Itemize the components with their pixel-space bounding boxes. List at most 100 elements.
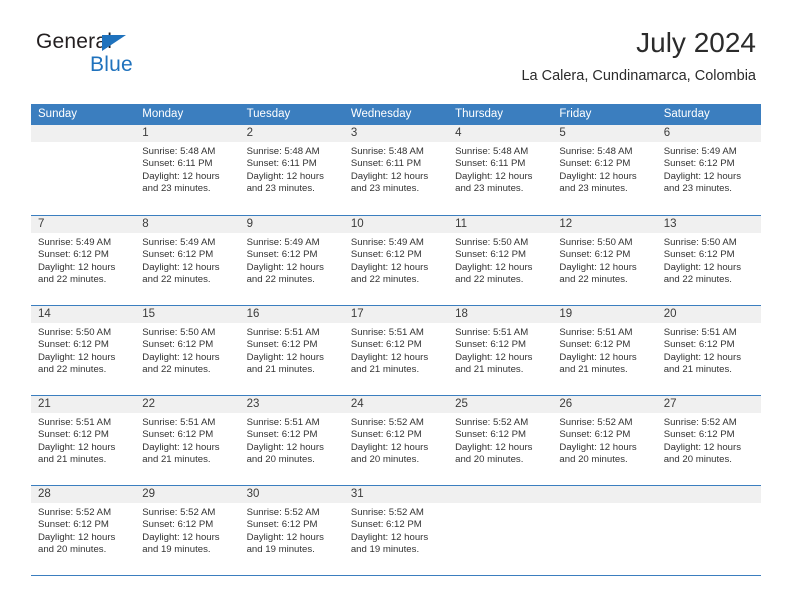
day-info-daylight1: Daylight: 12 hours: [142, 261, 220, 273]
day-info: Sunrise: 5:52 AM Sunset: 6:12 PM Daylight:…: [657, 413, 761, 466]
day-cell-empty: [552, 486, 657, 575]
day-cell[interactable]: 23 Sunrise: 5:51 AM Sunset: 6:12 PM Dayligh…: [239, 396, 344, 485]
day-cell[interactable]: 16 Sunrise: 5:51 AM Sunset: 6:12 PM Dayligh…: [239, 306, 344, 395]
day-info: Sunrise: 5:51 AM Sunset: 6:12 PM Daylight:…: [344, 323, 448, 376]
day-info: Sunrise: 5:49 AM Sunset: 6:12 PM Daylight:…: [657, 142, 761, 195]
day-cell[interactable]: 28 Sunrise: 5:52 AM Sunset: 6:12 PM Dayligh…: [31, 486, 136, 575]
day-number: 29: [135, 486, 240, 503]
day-cell[interactable]: 20 Sunrise: 5:51 AM Sunset: 6:12 PM Dayligh…: [656, 306, 761, 395]
day-info-daylight2: and 21 minutes.: [663, 363, 732, 375]
calendar-page: General Blue July 2024 La Calera, Cundin…: [0, 0, 792, 612]
day-number: 16: [239, 306, 344, 323]
calendar-week-row: 14 Sunrise: 5:50 AM Sunset: 6:12 PM Dayligh…: [31, 305, 761, 395]
day-number: 11: [448, 216, 553, 233]
day-info-sunrise: Sunrise: 5:48 AM: [559, 146, 633, 157]
day-info: Sunrise: 5:49 AM Sunset: 6:12 PM Daylight:…: [240, 233, 344, 286]
day-info-sunset: Sunset: 6:11 PM: [142, 158, 213, 170]
day-info-sunset: Sunset: 6:12 PM: [350, 429, 422, 441]
day-number: 31: [343, 486, 449, 503]
day-cell[interactable]: 11 Sunrise: 5:50 AM Sunset: 6:12 PM Dayligh…: [448, 216, 553, 305]
triangle-icon: [102, 35, 126, 51]
day-info-daylight1: Daylight: 12 hours: [246, 170, 324, 182]
day-info-sunrise: Sunrise: 5:52 AM: [559, 417, 633, 428]
day-cell[interactable]: 26 Sunrise: 5:52 AM Sunset: 6:12 PM Dayligh…: [552, 396, 657, 485]
day-cell[interactable]: 18 Sunrise: 5:51 AM Sunset: 6:12 PM Dayligh…: [448, 306, 553, 395]
day-info: Sunrise: 5:49 AM Sunset: 6:12 PM Daylight:…: [31, 233, 135, 286]
day-info-daylight1: Daylight: 12 hours: [350, 441, 429, 453]
day-info-daylight1: Daylight: 12 hours: [350, 261, 429, 273]
day-info-daylight2: and 22 minutes.: [455, 273, 524, 285]
day-info-sunset: Sunset: 6:12 PM: [38, 249, 109, 261]
day-info: Sunrise: 5:50 AM Sunset: 6:12 PM Daylight:…: [552, 233, 656, 286]
day-cell[interactable]: 4 Sunrise: 5:48 AM Sunset: 6:11 PM Daylight…: [448, 125, 553, 215]
day-info-daylight1: Daylight: 12 hours: [663, 170, 742, 182]
day-cell[interactable]: 2 Sunrise: 5:48 AM Sunset: 6:11 PM Daylight…: [239, 125, 344, 215]
day-number: [552, 486, 657, 503]
day-cell[interactable]: 12 Sunrise: 5:50 AM Sunset: 6:12 PM Dayligh…: [552, 216, 657, 305]
day-cell[interactable]: 17 Sunrise: 5:51 AM Sunset: 6:12 PM Dayligh…: [343, 306, 449, 395]
day-info-sunset: Sunset: 6:12 PM: [350, 249, 422, 261]
day-info-sunrise: Sunrise: 5:51 AM: [38, 417, 112, 428]
day-info-sunset: Sunset: 6:12 PM: [559, 339, 631, 351]
day-info-sunrise: Sunrise: 5:49 AM: [142, 237, 216, 248]
day-info-sunset: Sunset: 6:12 PM: [559, 158, 631, 170]
day-info: Sunrise: 5:48 AM Sunset: 6:11 PM Daylight:…: [135, 142, 239, 195]
day-cell[interactable]: 15 Sunrise: 5:50 AM Sunset: 6:12 PM Dayligh…: [135, 306, 240, 395]
day-info-daylight1: Daylight: 12 hours: [246, 261, 324, 273]
day-cell[interactable]: 25 Sunrise: 5:52 AM Sunset: 6:12 PM Dayligh…: [448, 396, 553, 485]
day-info-sunset: Sunset: 6:12 PM: [142, 249, 214, 261]
day-info: Sunrise: 5:51 AM Sunset: 6:12 PM Daylight:…: [240, 413, 344, 466]
day-number: 27: [656, 396, 761, 413]
day-info-daylight2: and 22 minutes.: [142, 273, 211, 285]
day-cell[interactable]: 7 Sunrise: 5:49 AM Sunset: 6:12 PM Daylight…: [31, 216, 136, 305]
day-info-sunrise: Sunrise: 5:48 AM: [246, 146, 320, 157]
day-cell[interactable]: 10 Sunrise: 5:49 AM Sunset: 6:12 PM Dayligh…: [343, 216, 449, 305]
day-cell[interactable]: 13 Sunrise: 5:50 AM Sunset: 6:12 PM Dayligh…: [656, 216, 761, 305]
day-info-sunset: Sunset: 6:12 PM: [246, 339, 318, 351]
day-info-daylight1: Daylight: 12 hours: [559, 261, 637, 273]
day-number: 13: [656, 216, 761, 233]
day-info: Sunrise: 5:51 AM Sunset: 6:12 PM Daylight:…: [240, 323, 344, 376]
day-cell[interactable]: 8 Sunrise: 5:49 AM Sunset: 6:12 PM Daylight…: [135, 216, 240, 305]
day-number: 4: [448, 125, 553, 142]
day-info-sunrise: Sunrise: 5:52 AM: [38, 507, 112, 518]
day-info-daylight2: and 23 minutes.: [350, 182, 420, 194]
day-info-daylight2: and 23 minutes.: [559, 182, 628, 194]
day-cell[interactable]: 21 Sunrise: 5:51 AM Sunset: 6:12 PM Dayligh…: [31, 396, 136, 485]
day-number: 19: [552, 306, 657, 323]
day-info-daylight1: Daylight: 12 hours: [455, 441, 533, 453]
day-info-sunrise: Sunrise: 5:51 AM: [663, 327, 737, 338]
day-info-daylight2: and 23 minutes.: [663, 182, 732, 194]
day-info: Sunrise: 5:51 AM Sunset: 6:12 PM Daylight:…: [657, 323, 761, 376]
day-cell[interactable]: 31 Sunrise: 5:52 AM Sunset: 6:12 PM Dayligh…: [343, 486, 449, 575]
day-info-daylight1: Daylight: 12 hours: [455, 351, 533, 363]
day-cell[interactable]: 6 Sunrise: 5:49 AM Sunset: 6:12 PM Daylight…: [656, 125, 761, 215]
day-cell[interactable]: 3 Sunrise: 5:48 AM Sunset: 6:11 PM Daylight…: [343, 125, 449, 215]
day-info-daylight1: Daylight: 12 hours: [559, 441, 637, 453]
day-cell[interactable]: 24 Sunrise: 5:52 AM Sunset: 6:12 PM Dayligh…: [343, 396, 449, 485]
day-info: Sunrise: 5:50 AM Sunset: 6:12 PM Daylight:…: [657, 233, 761, 286]
day-info: Sunrise: 5:52 AM Sunset: 6:12 PM Daylight:…: [135, 503, 239, 556]
day-cell[interactable]: 22 Sunrise: 5:51 AM Sunset: 6:12 PM Dayligh…: [135, 396, 240, 485]
day-info-daylight1: Daylight: 12 hours: [38, 531, 116, 543]
day-info-daylight2: and 21 minutes.: [38, 453, 107, 465]
day-info-sunset: Sunset: 6:12 PM: [142, 429, 214, 441]
day-info-sunset: Sunset: 6:11 PM: [455, 158, 526, 170]
day-cell[interactable]: 9 Sunrise: 5:49 AM Sunset: 6:12 PM Daylight…: [239, 216, 344, 305]
day-info-sunrise: Sunrise: 5:52 AM: [350, 417, 424, 428]
day-info-sunset: Sunset: 6:11 PM: [246, 158, 317, 170]
day-info-sunrise: Sunrise: 5:51 AM: [246, 417, 320, 428]
day-info: Sunrise: 5:52 AM Sunset: 6:12 PM Daylight:…: [448, 413, 552, 466]
day-info-daylight1: Daylight: 12 hours: [455, 261, 533, 273]
day-info-sunrise: Sunrise: 5:51 AM: [455, 327, 529, 338]
day-info-sunset: Sunset: 6:12 PM: [663, 429, 735, 441]
day-info-sunrise: Sunrise: 5:49 AM: [246, 237, 320, 248]
day-cell[interactable]: 1 Sunrise: 5:48 AM Sunset: 6:11 PM Daylight…: [135, 125, 240, 215]
day-cell[interactable]: 29 Sunrise: 5:52 AM Sunset: 6:12 PM Dayligh…: [135, 486, 240, 575]
day-cell[interactable]: 5 Sunrise: 5:48 AM Sunset: 6:12 PM Daylight…: [552, 125, 657, 215]
day-cell[interactable]: 30 Sunrise: 5:52 AM Sunset: 6:12 PM Dayligh…: [239, 486, 344, 575]
day-cell[interactable]: 27 Sunrise: 5:52 AM Sunset: 6:12 PM Dayligh…: [656, 396, 761, 485]
day-cell[interactable]: 19 Sunrise: 5:51 AM Sunset: 6:12 PM Dayligh…: [552, 306, 657, 395]
day-cell[interactable]: 14 Sunrise: 5:50 AM Sunset: 6:12 PM Dayligh…: [31, 306, 136, 395]
day-info-daylight2: and 20 minutes.: [663, 453, 732, 465]
